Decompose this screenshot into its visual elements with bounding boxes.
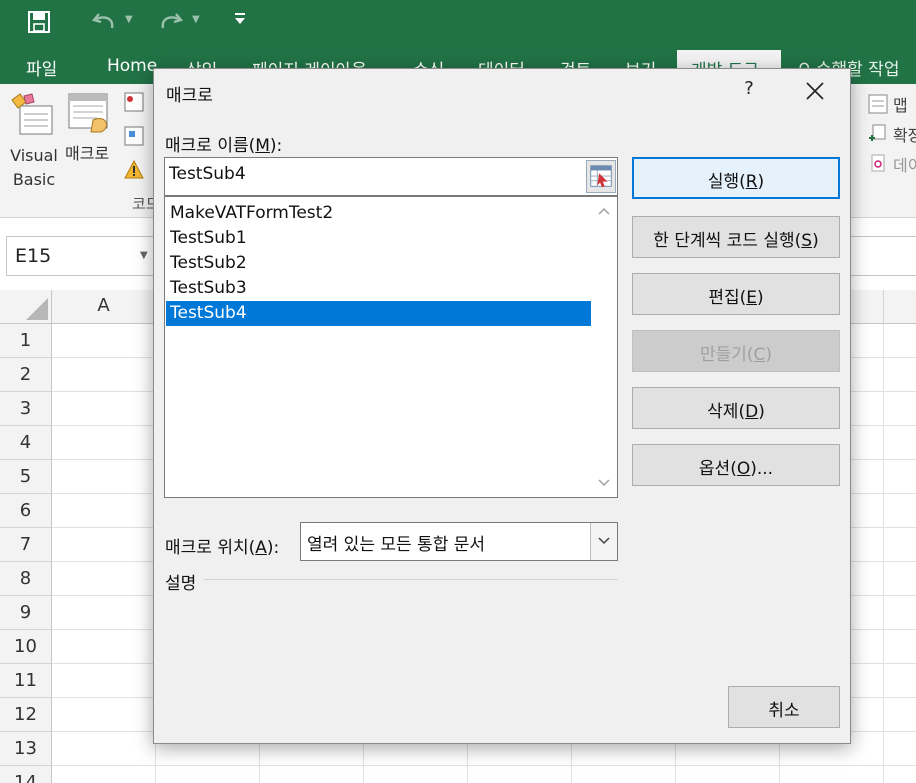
options-button[interactable]: 옵션(O)... [632, 444, 840, 486]
row-header-3[interactable]: 3 [0, 392, 52, 426]
macro-list-item[interactable]: TestSub3 [166, 276, 591, 301]
select-all-triangle-icon [26, 298, 48, 320]
edit-button[interactable]: 편집(E) [632, 273, 840, 315]
macro-location-value: 열려 있는 모든 통합 문서 [307, 535, 486, 555]
macro-list-scrollbar[interactable] [591, 197, 617, 497]
tab-file[interactable]: 파일 [26, 55, 57, 80]
description-label: 설명 [165, 574, 197, 594]
macro-list-item[interactable]: TestSub2 [166, 251, 591, 276]
description-divider [204, 579, 618, 580]
expansion-packs-label[interactable]: 확장 [893, 122, 916, 146]
grid-line [883, 324, 884, 783]
row-header-5[interactable]: 5 [0, 460, 52, 494]
macro-location-label: 매크로 위치(A): [165, 538, 280, 558]
macro-security-warning-icon[interactable] [124, 160, 144, 180]
macros-label[interactable]: 매크로 [65, 142, 109, 166]
row-header-11[interactable]: 11 [0, 664, 52, 698]
name-box-dropdown-icon[interactable]: ▼ [140, 250, 148, 261]
name-box[interactable]: E15 [6, 236, 154, 276]
row-header-6[interactable]: 6 [0, 494, 52, 528]
column-header-a[interactable]: A [52, 290, 156, 324]
collapse-dialog-icon[interactable] [586, 160, 616, 193]
visual-basic-icon[interactable] [10, 92, 54, 136]
macro-list-item[interactable]: MakeVATFormTest2 [166, 201, 591, 226]
relative-reference-icon[interactable] [124, 126, 144, 146]
delete-button[interactable]: 삭제(D) [632, 387, 840, 429]
help-button[interactable]: ? [738, 78, 760, 104]
macro-list-item[interactable]: TestSub1 [166, 226, 591, 251]
macro-name-input[interactable]: TestSub4 [164, 157, 618, 196]
visual-basic-label[interactable]: Visual Basic [10, 144, 58, 192]
undo-dropdown-icon[interactable]: ▼ [125, 14, 133, 25]
scroll-down-icon[interactable] [598, 479, 610, 487]
row-header-7[interactable]: 7 [0, 528, 52, 562]
row-header-9[interactable]: 9 [0, 596, 52, 630]
map-properties-label[interactable]: 맵 [893, 92, 908, 116]
row-header-14[interactable]: 14 [0, 766, 52, 783]
macros-icon[interactable] [67, 92, 113, 136]
macro-list-item-selected[interactable]: TestSub4 [166, 301, 591, 326]
save-icon[interactable] [28, 11, 50, 33]
dialog-title: 매크로 [166, 86, 213, 106]
row-header-4[interactable]: 4 [0, 426, 52, 460]
cancel-button[interactable]: 취소 [728, 686, 840, 728]
select-all-corner[interactable] [0, 290, 52, 324]
grid-line [52, 765, 916, 766]
refresh-data-icon[interactable] [868, 154, 888, 174]
macro-list[interactable]: MakeVATFormTest2 TestSub1 TestSub2 TestS… [164, 196, 618, 498]
column-header[interactable] [884, 290, 916, 324]
row-header-1[interactable]: 1 [0, 324, 52, 358]
map-properties-icon[interactable] [868, 94, 888, 114]
row-header-2[interactable]: 2 [0, 358, 52, 392]
close-icon[interactable] [804, 80, 826, 102]
refresh-data-label[interactable]: 데이 [893, 152, 916, 176]
record-macro-icon[interactable] [124, 92, 144, 112]
formula-bar[interactable] [850, 236, 916, 276]
row-header-8[interactable]: 8 [0, 562, 52, 596]
customize-toolbar-icon[interactable] [234, 12, 246, 26]
scroll-up-icon[interactable] [598, 207, 610, 215]
redo-icon[interactable] [157, 10, 183, 34]
macro-location-select[interactable]: 열려 있는 모든 통합 문서 [300, 522, 618, 561]
row-header-13[interactable]: 13 [0, 732, 52, 766]
step-into-button[interactable]: 한 단계씩 코드 실행(S) [632, 216, 840, 258]
macro-dialog: 매크로 ? 매크로 이름(M): TestSub4 MakeVATFormTes… [153, 68, 851, 744]
macro-name-label: 매크로 이름(M): [165, 136, 283, 156]
redo-dropdown-icon[interactable]: ▼ [192, 14, 200, 25]
location-dropdown-button[interactable] [590, 523, 617, 560]
create-button[interactable]: 만들기(C) [632, 330, 840, 372]
undo-icon[interactable] [92, 10, 118, 34]
expansion-packs-icon[interactable] [868, 124, 888, 144]
chevron-down-icon [598, 537, 610, 545]
row-header-10[interactable]: 10 [0, 630, 52, 664]
tab-home[interactable]: Home [107, 56, 157, 76]
row-header-12[interactable]: 12 [0, 698, 52, 732]
run-button[interactable]: 실행(R) [632, 157, 840, 199]
